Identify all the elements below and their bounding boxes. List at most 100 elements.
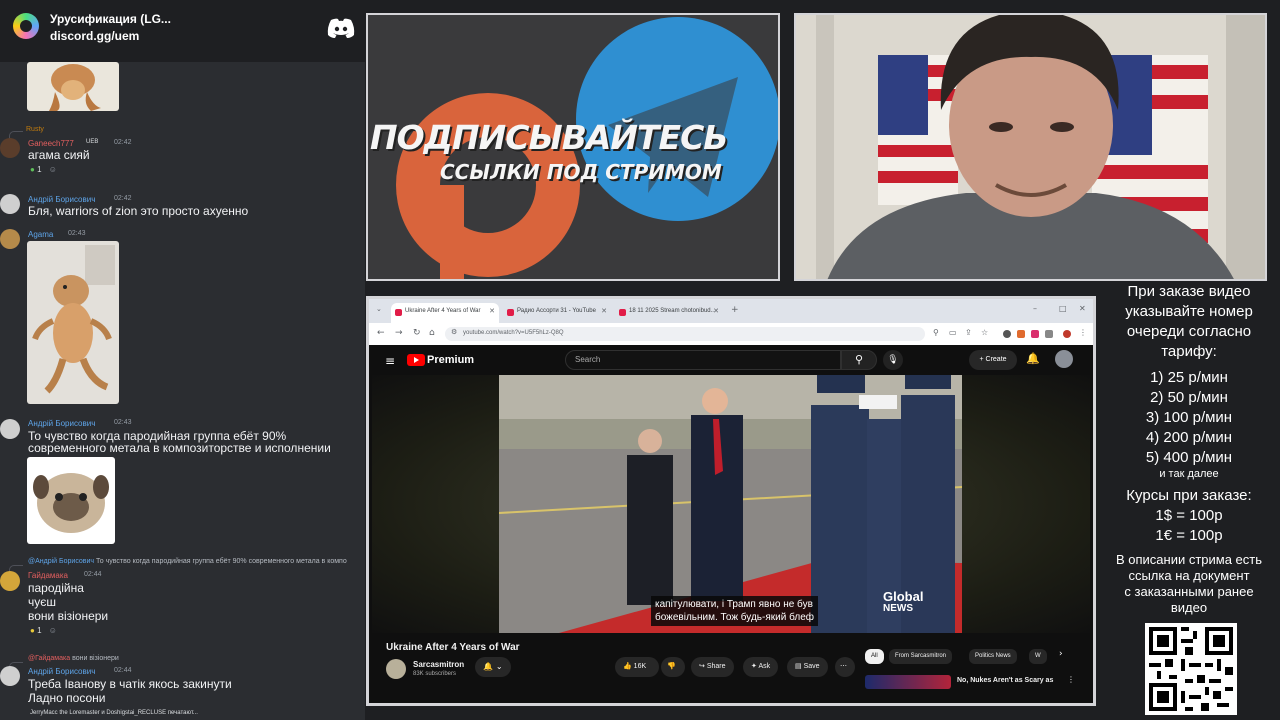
back-icon[interactable]: ← [377, 328, 385, 338]
sticker-lizard-dancing[interactable] [27, 241, 119, 404]
save-button[interactable]: ▤ Save [787, 657, 828, 677]
extension-icon[interactable] [1031, 330, 1039, 338]
extension-icon[interactable] [1003, 330, 1011, 338]
home-icon[interactable]: ⌂ [429, 328, 435, 338]
username[interactable]: Ganeech777 [28, 139, 74, 148]
more-options-icon[interactable]: ⋮ [1067, 675, 1075, 684]
close-window-icon[interactable]: ✕ [1079, 304, 1086, 313]
maximize-icon[interactable]: □ [1059, 304, 1067, 313]
microphone-icon[interactable]: 🎙 [883, 350, 903, 370]
channel-name[interactable]: Sarcasmitron [413, 660, 464, 669]
chip-from-channel[interactable]: From Sarcasmitron [889, 649, 953, 664]
tariff-etc: и так далее [1159, 468, 1219, 480]
forward-icon[interactable]: → [395, 328, 403, 338]
server-name[interactable]: Урусификация (LG... [50, 12, 171, 26]
chip-politics-news[interactable]: Politics News [969, 649, 1017, 664]
recommended-title[interactable]: No, Nukes Aren't as Scary as [957, 677, 1053, 684]
new-tab-icon[interactable]: + [731, 305, 739, 315]
channel-avatar[interactable] [386, 659, 406, 679]
minimize-icon[interactable]: – [1033, 304, 1037, 313]
message-text: пародійна [28, 581, 84, 595]
menu-dots-icon[interactable]: ⋮ [1079, 328, 1087, 337]
tab-radio[interactable]: Радио Ассорти 31 - YouTube ✕ [503, 303, 611, 323]
sticker-pug[interactable] [27, 457, 115, 544]
info-line: видео [1170, 600, 1208, 615]
add-reaction-icon[interactable]: ☺ [49, 165, 57, 174]
recommended-thumbnail[interactable] [865, 675, 951, 689]
avatar[interactable] [0, 229, 20, 249]
rate-item: 1$ = 100р [1155, 507, 1223, 524]
youtube-brand[interactable]: Premium [427, 354, 474, 366]
avatar[interactable] [0, 138, 20, 158]
zoom-icon[interactable]: ⚲ [933, 328, 939, 337]
reply-preview[interactable]: @Гайдамака вони візіонери [28, 655, 119, 662]
more-actions-button[interactable]: ⋯ [835, 657, 855, 677]
notifications-bell-icon[interactable]: 🔔 [1026, 352, 1040, 365]
search-input[interactable] [565, 350, 841, 370]
reload-icon[interactable]: ↻ [413, 328, 421, 338]
close-tab-icon[interactable]: ✕ [713, 307, 719, 315]
rate-item: 1€ = 100р [1155, 527, 1223, 544]
site-info-icon[interactable]: ⚙ [451, 328, 457, 336]
promo-title: ПОДПИСЫВАЙТЕСЬ [370, 118, 728, 157]
address-bar: ← → ↻ ⌂ ⚙ youtube.com/watch?v=U5F5hLz-Q8… [369, 323, 1093, 345]
message-text: вони візіонери [28, 609, 109, 623]
tab-stream[interactable]: 18 11 2025 Stream chotonibud... ✕ [615, 303, 723, 323]
avatar[interactable] [0, 194, 20, 214]
username[interactable]: Андрій Борисович [28, 195, 95, 204]
info-line: очереди согласно [1126, 323, 1252, 340]
avatar[interactable] [0, 666, 20, 686]
share-page-icon[interactable]: ⇪ [965, 328, 972, 337]
message-text: современного метала в композиторстве и и… [28, 441, 331, 455]
username[interactable]: Гайдамака [28, 571, 68, 580]
search-icon[interactable]: ⚲ [841, 350, 877, 370]
username[interactable]: Андрій Борисович [28, 667, 95, 676]
close-tab-icon[interactable]: ✕ [489, 307, 495, 315]
profile-icon[interactable] [1063, 330, 1071, 338]
like-button[interactable]: 👍 16K [615, 657, 659, 677]
bookmark-star-icon[interactable]: ☆ [981, 328, 988, 337]
timestamp: 02:42 [114, 195, 132, 202]
username[interactable]: Андрій Борисович [28, 419, 95, 428]
create-button[interactable]: + Create [969, 350, 1017, 370]
account-avatar[interactable] [1055, 350, 1073, 368]
reaction-chip[interactable]: ● 1 ☺ [30, 165, 57, 174]
tab-title: Ukraine After 4 Years of War [405, 308, 481, 314]
tab-ukraine[interactable]: Ukraine After 4 Years of War ✕ [391, 303, 499, 323]
avatar[interactable] [0, 419, 20, 439]
close-tab-icon[interactable]: ✕ [601, 307, 607, 315]
reply-preview: Rusty [26, 126, 44, 133]
share-button[interactable]: ↪ Share [691, 657, 734, 677]
puzzle-icon[interactable] [1045, 330, 1053, 338]
video-frame: капітулювати, і Трамп явно не був божеві… [499, 375, 962, 633]
video-player[interactable]: капітулювати, і Трамп явно не був божеві… [372, 375, 1090, 633]
hamburger-menu-icon[interactable]: ≡ [385, 354, 395, 368]
chip-more[interactable]: W [1029, 649, 1047, 664]
message-text: агама сияй [28, 148, 90, 162]
reply-preview[interactable]: @Андрій Борисович То чувство когда парод… [28, 558, 347, 565]
youtube-favicon-icon [507, 309, 514, 316]
youtube-logo-icon[interactable] [407, 354, 425, 366]
username[interactable]: Agama [28, 230, 53, 239]
tariff-item: 3) 100 р/мин [1145, 409, 1233, 426]
message-text: Ладно посони [28, 691, 106, 705]
tab-list-icon[interactable]: ⌄ [376, 305, 382, 313]
chip-all[interactable]: All [865, 649, 884, 664]
dislike-button[interactable]: 👎 [661, 657, 685, 677]
add-reaction-icon[interactable]: ☺ [49, 626, 57, 635]
qr-code[interactable] [1145, 623, 1237, 715]
cast-icon[interactable]: ▭ [949, 328, 957, 337]
promo-subtitle: ССЫЛКИ ПОД СТРИМОМ [440, 160, 722, 184]
subscription-bell-button[interactable]: 🔔 ⌄ [475, 657, 511, 677]
browser-window: ⌄ Ukraine After 4 Years of War ✕ Радио А… [366, 296, 1096, 706]
reaction-emoji-icon: ● [30, 165, 35, 174]
message-text: чуєш [28, 595, 57, 609]
reaction-chip[interactable]: ● 1 ☺ [30, 626, 57, 635]
extension-icon[interactable] [1017, 330, 1025, 338]
server-icon[interactable] [13, 13, 39, 39]
video-title: Ukraine After 4 Years of War [386, 642, 520, 653]
chevron-right-icon[interactable]: › [1059, 649, 1063, 659]
avatar[interactable] [0, 571, 20, 591]
ask-button[interactable]: ✦ Ask [743, 657, 779, 677]
server-invite-link[interactable]: discord.gg/uem [50, 29, 139, 43]
